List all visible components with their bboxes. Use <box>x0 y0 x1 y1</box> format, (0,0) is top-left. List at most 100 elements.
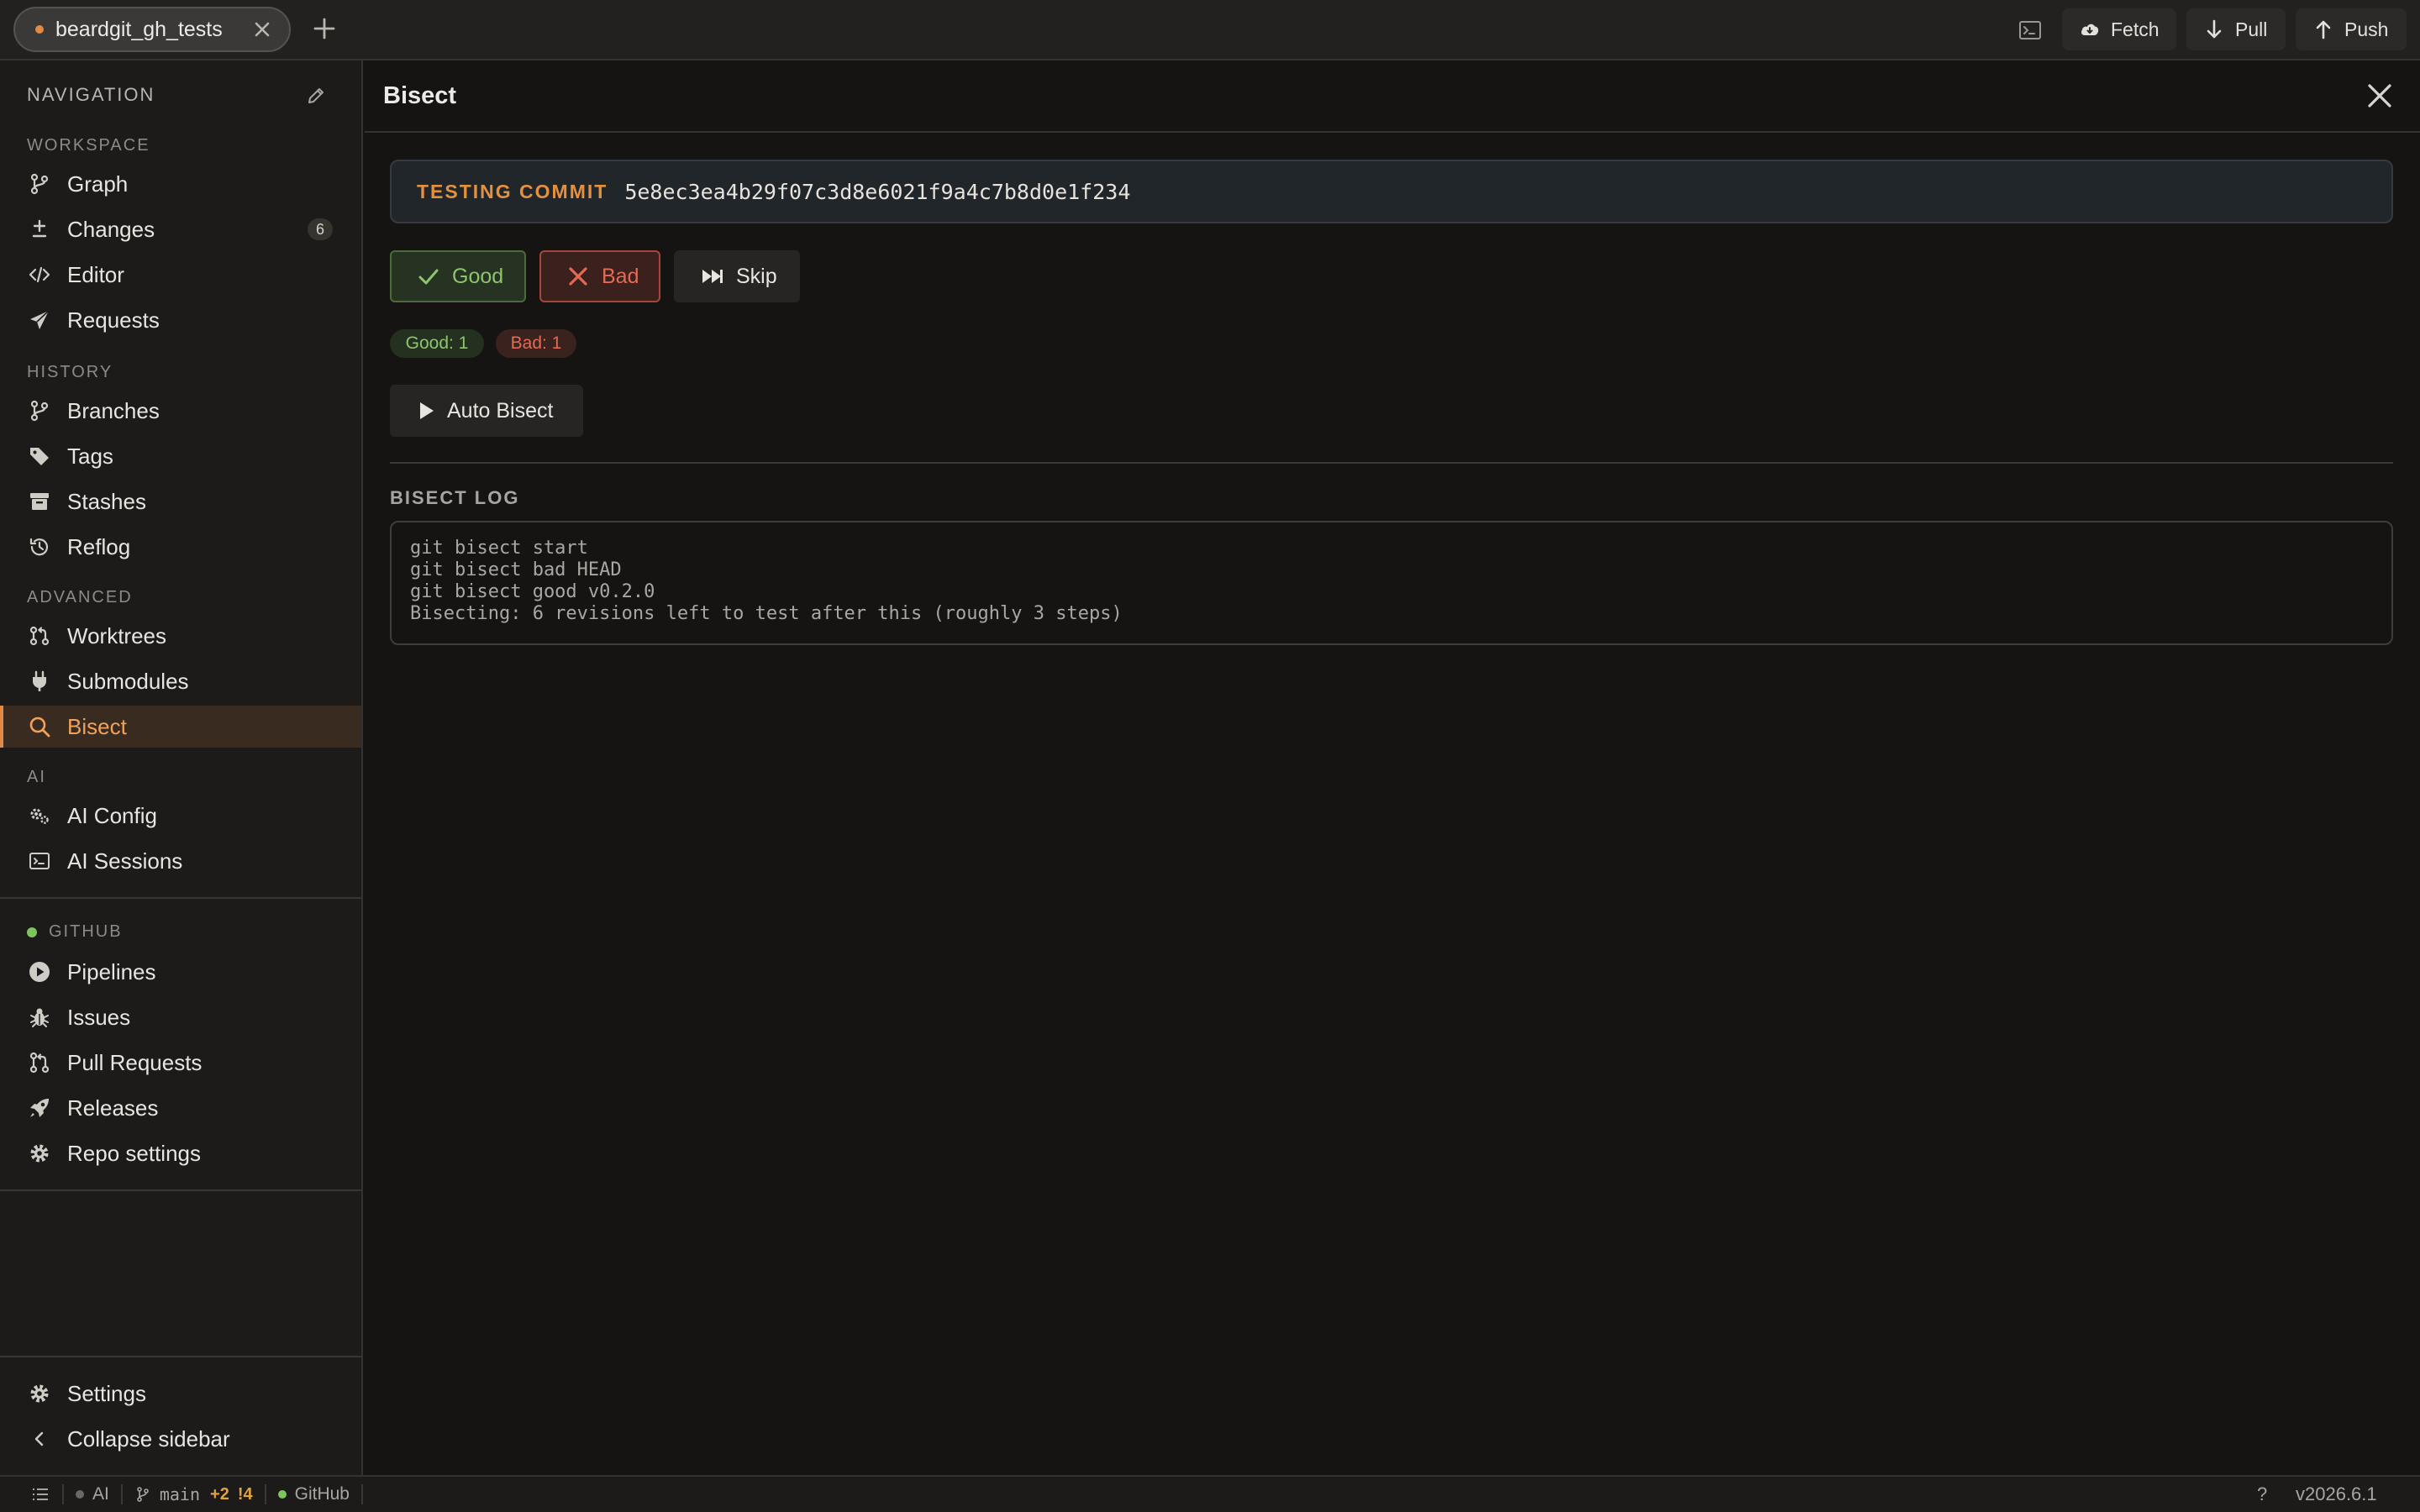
sidebar-item-editor[interactable]: Editor <box>0 254 361 296</box>
sidebar-item-releases[interactable]: Releases <box>0 1087 361 1129</box>
sidebar-divider <box>0 897 361 899</box>
terminal-icon[interactable] <box>2013 13 2047 47</box>
sidebar-item-bisect[interactable]: Bisect <box>0 706 361 748</box>
changes-count-badge: 6 <box>308 218 333 240</box>
github-status-dot <box>277 1490 287 1499</box>
pull-button[interactable]: Pull <box>2186 8 2286 50</box>
repo-tab-label: beardgit_gh_tests <box>55 17 223 41</box>
fetch-button[interactable]: Fetch <box>2062 8 2176 50</box>
history-icon <box>27 534 52 559</box>
section-ai: AI <box>27 768 46 786</box>
gear-icon <box>27 1381 52 1406</box>
new-tab-icon[interactable] <box>308 12 341 45</box>
tag-icon <box>27 444 52 469</box>
gears-icon <box>27 803 52 828</box>
worktree-icon <box>27 623 52 648</box>
sidebar-item-pull-requests[interactable]: Pull Requests <box>0 1042 361 1084</box>
status-bar: AI main +2 !4 GitHub ? v2026.6.1 <box>0 1475 2420 1512</box>
section-github: GITHUB <box>49 922 123 941</box>
sidebar-item-label: Graph <box>67 171 129 197</box>
status-separator <box>62 1484 64 1504</box>
bad-count-badge: Bad: 1 <box>496 329 576 358</box>
mark-bad-button[interactable]: Bad <box>539 250 660 302</box>
chevron-left-icon <box>27 1426 52 1452</box>
sidebar-item-label: Repo settings <box>67 1140 201 1166</box>
sidebar-item-label: Pull Requests <box>67 1049 203 1075</box>
code-icon <box>27 262 52 287</box>
close-tab-icon[interactable] <box>245 13 279 46</box>
collapse-sidebar-button[interactable]: Collapse sidebar <box>0 1418 361 1460</box>
good-count-badge: Good: 1 <box>390 329 484 358</box>
commit-hash: 5e8ec3ea4b29f07c3d8e6021f9a4c7b8d0e1f234 <box>624 179 1131 204</box>
branch-icon <box>27 398 52 423</box>
sidebar-item-branches[interactable]: Branches <box>0 390 361 432</box>
pull-label: Pull <box>2235 18 2268 40</box>
top-bar: beardgit_gh_tests Fetch Pull Push <box>0 0 2420 60</box>
branch-icon <box>134 1486 151 1503</box>
sidebar-item-label: AI Config <box>67 802 157 828</box>
ahead-count: +2 <box>210 1484 229 1504</box>
bisect-log-title: BISECT LOG <box>390 487 520 508</box>
arrow-up-icon <box>2312 18 2334 40</box>
sidebar-item-label: Issues <box>67 1004 131 1030</box>
sidebar-item-changes[interactable]: Changes 6 <box>0 208 361 250</box>
skip-button[interactable]: Skip <box>674 250 800 302</box>
push-label: Push <box>2344 18 2389 40</box>
sidebar-item-worktrees[interactable]: Worktrees <box>0 615 361 657</box>
bad-label: Bad <box>602 264 639 288</box>
sidebar-item-label: Worktrees <box>67 622 166 648</box>
plus-minus-icon <box>27 217 52 242</box>
cloud-download-icon <box>2079 18 2101 40</box>
sidebar-item-label: AI Sessions <box>67 848 183 874</box>
sidebar-divider <box>0 1189 361 1191</box>
sidebar-item-reflog[interactable]: Reflog <box>0 526 361 568</box>
archive-icon <box>27 489 52 514</box>
sidebar-item-tags[interactable]: Tags <box>0 435 361 477</box>
bisect-log: git bisect start git bisect bad HEAD git… <box>390 521 2393 645</box>
push-button[interactable]: Push <box>2296 8 2407 50</box>
help-button[interactable]: ? <box>2257 1483 2267 1505</box>
mark-good-button[interactable]: Good <box>390 250 526 302</box>
list-icon[interactable] <box>30 1484 50 1504</box>
sidebar-item-label: Submodules <box>67 668 189 694</box>
sidebar-item-label: Stashes <box>67 488 146 514</box>
edit-navigation-icon[interactable] <box>301 81 331 111</box>
ai-status[interactable]: AI <box>92 1484 109 1504</box>
testing-commit-box: TESTING COMMIT 5e8ec3ea4b29f07c3d8e6021f… <box>390 160 2393 223</box>
sidebar-item-label: Requests <box>67 307 160 333</box>
sidebar-item-repo-settings[interactable]: Repo settings <box>0 1132 361 1174</box>
search-icon <box>27 714 52 739</box>
github-status[interactable]: GitHub <box>295 1484 350 1504</box>
repo-tab[interactable]: beardgit_gh_tests <box>13 7 291 52</box>
status-separator <box>264 1484 266 1504</box>
ai-status-dot <box>76 1490 84 1499</box>
fast-forward-icon <box>701 265 724 288</box>
auto-bisect-button[interactable]: Auto Bisect <box>390 385 583 437</box>
sidebar-item-label: Pipelines <box>67 958 156 984</box>
section-divider <box>390 462 2393 464</box>
sidebar-item-label: Settings <box>67 1380 146 1406</box>
sidebar-item-ai-sessions[interactable]: AI Sessions <box>0 840 361 882</box>
auto-bisect-label: Auto Bisect <box>447 398 554 423</box>
app-version: v2026.6.1 <box>2296 1483 2377 1504</box>
navigation-header: NAVIGATION <box>27 84 155 105</box>
close-panel-icon[interactable] <box>2361 77 2398 114</box>
status-separator <box>360 1484 363 1504</box>
sidebar-item-settings[interactable]: Settings <box>0 1373 361 1415</box>
plug-icon <box>27 669 52 694</box>
section-workspace: WORKSPACE <box>27 136 150 155</box>
sidebar-item-stashes[interactable]: Stashes <box>0 480 361 522</box>
git-branch-icon <box>27 171 52 197</box>
unsaved-dot <box>35 25 44 34</box>
sidebar-item-graph[interactable]: Graph <box>0 163 361 205</box>
skip-label: Skip <box>736 264 777 288</box>
sidebar-item-issues[interactable]: Issues <box>0 996 361 1038</box>
sidebar-item-pipelines[interactable]: Pipelines <box>0 951 361 993</box>
sidebar-item-label: Bisect <box>67 713 127 739</box>
branch-name[interactable]: main <box>160 1484 200 1504</box>
terminal-icon <box>27 848 52 874</box>
sidebar-item-requests[interactable]: Requests <box>0 299 361 341</box>
sidebar-item-ai-config[interactable]: AI Config <box>0 795 361 837</box>
testing-commit-label: TESTING COMMIT <box>417 180 608 202</box>
sidebar-item-submodules[interactable]: Submodules <box>0 660 361 702</box>
